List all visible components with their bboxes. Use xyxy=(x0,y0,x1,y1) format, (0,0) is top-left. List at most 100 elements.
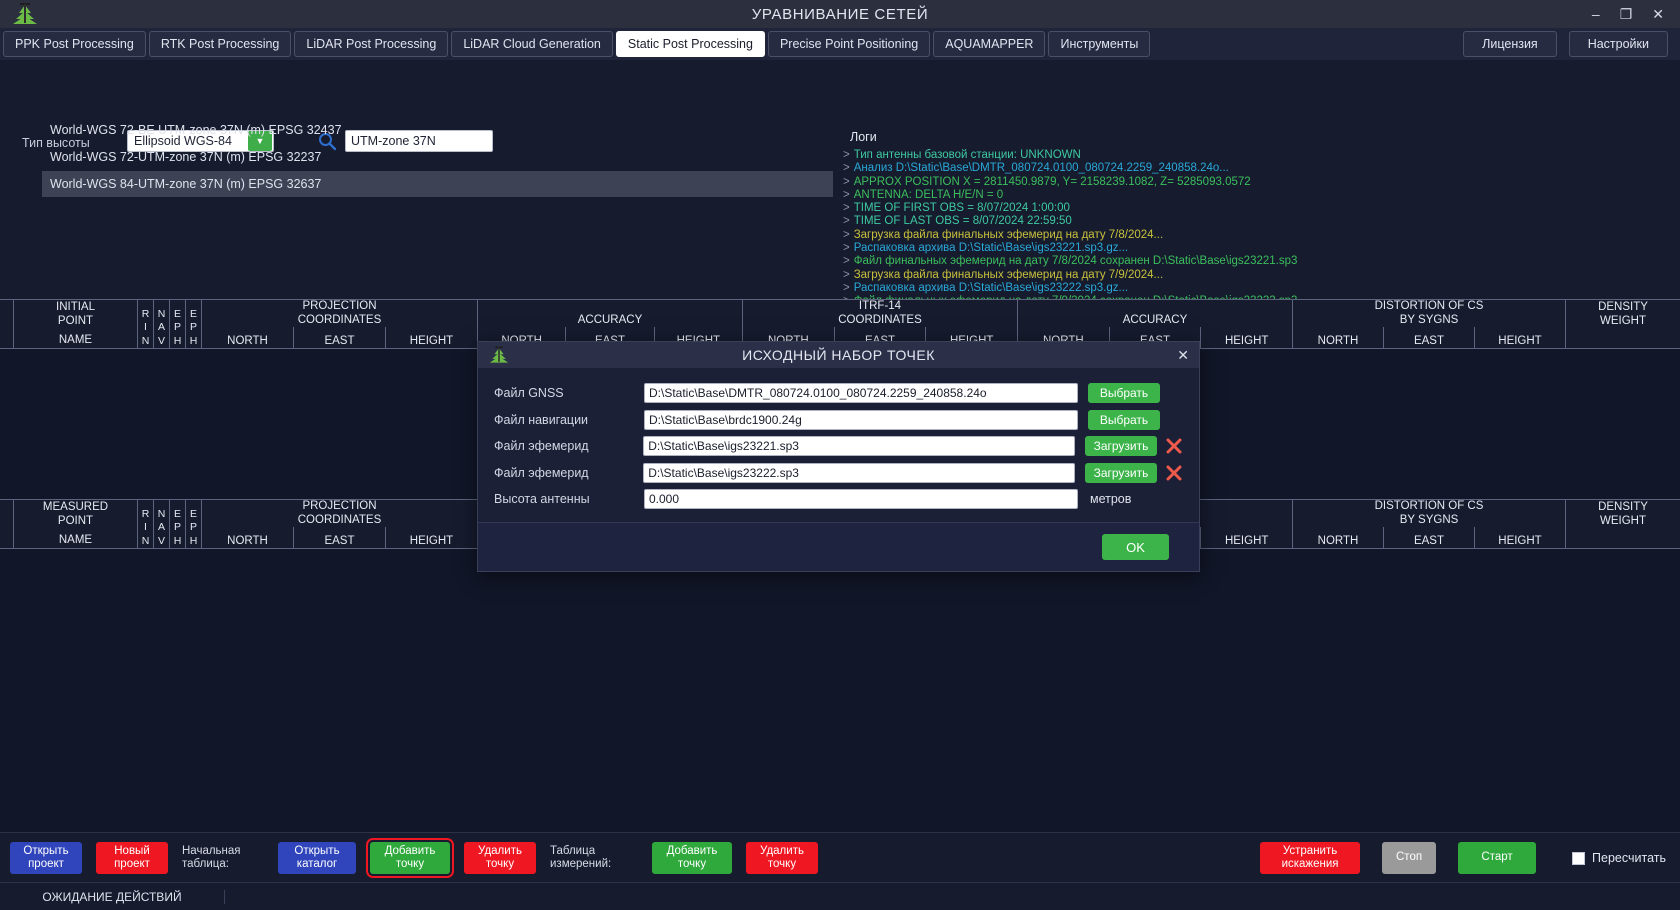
dialog-field-label: Высота антенны xyxy=(494,492,590,507)
column-group-title: ACCURACY xyxy=(478,300,742,327)
column-flag-letter: N xyxy=(141,334,150,347)
tab-lidar-cloud-generation[interactable]: LiDAR Cloud Generation xyxy=(451,31,613,57)
column-density-weight-mid: WEIGHT xyxy=(1600,314,1646,327)
window-title: УРАВНИВАНИЕ СЕТЕЙ xyxy=(751,5,929,23)
crs-list-item[interactable]: World-WGS 72-UTM-zone 37N (m) EPSG 32237 xyxy=(42,144,833,170)
dialog-close-icon[interactable]: ✕ xyxy=(1177,347,1189,364)
column-flag-letter: A xyxy=(157,321,165,333)
log-line: > Загрузка файла финальных эфемерид на да… xyxy=(843,229,1663,242)
tab-license[interactable]: Лицензия xyxy=(1463,31,1557,57)
log-line: > Файл финальных эфемерид на дату 7/8/202… xyxy=(843,255,1663,268)
column-group: DISTORTION OF CS BY SYGNS NORTH EAST HEIGHT xyxy=(1293,500,1566,548)
log-text: Тип антенны базовой станции: UNKNOWN xyxy=(853,149,1081,161)
column-flag-letter: I xyxy=(144,521,147,533)
delete-row-icon[interactable] xyxy=(1165,437,1183,455)
window-titlebar: УРАВНИВАНИЕ СЕТЕЙ – ❐ ✕ xyxy=(0,0,1680,28)
log-bullet-icon: > xyxy=(843,215,850,228)
dialog-body: Файл GNSSВыбратьФайл навигацииВыбратьФай… xyxy=(478,368,1199,513)
add-measured-point-button[interactable]: Добавить точку xyxy=(652,842,732,874)
tab-lidar-post-processing[interactable]: LiDAR Post Processing xyxy=(294,31,449,57)
minimize-icon[interactable]: – xyxy=(1592,7,1600,21)
status-text: ОЖИДАНИЕ ДЕЙСТВИЙ xyxy=(0,889,225,904)
log-line: > Распаковка архива D:\Static\Base\igs232… xyxy=(843,282,1663,295)
dialog-field-input[interactable] xyxy=(644,489,1078,510)
dialog-field-input[interactable] xyxy=(644,383,1078,404)
dialog-field-label: Файл эфемерид xyxy=(494,439,589,454)
tab-precise-point-positioning[interactable]: Precise Point Positioning xyxy=(767,31,931,57)
recalculate-checkbox[interactable]: Пересчитать xyxy=(1572,851,1666,865)
log-bullet-icon: > xyxy=(843,242,850,255)
load-file-button[interactable]: Загрузить xyxy=(1085,462,1157,483)
column-group-subtitle: COORDINATES xyxy=(297,513,382,526)
column-point-name-mid: POINT xyxy=(57,514,94,527)
status-bar: ОЖИДАНИЕ ДЕЙСТВИЙ xyxy=(0,882,1680,910)
ok-button[interactable]: OK xyxy=(1102,534,1169,560)
dialog-field-input[interactable] xyxy=(643,462,1075,483)
column-height: HEIGHT xyxy=(1498,535,1542,547)
load-file-button[interactable]: Загрузить xyxy=(1085,436,1157,457)
tab-ppk-post-processing[interactable]: PPK Post Processing xyxy=(3,31,146,57)
new-project-button[interactable]: Новый проект xyxy=(96,842,168,874)
column-flag-letter: A xyxy=(157,521,165,533)
tab-aquamapper[interactable]: AQUAMAPPER xyxy=(933,31,1046,57)
log-bullet-icon: > xyxy=(843,175,850,188)
choose-file-button[interactable]: Выбрать xyxy=(1088,383,1160,404)
log-text: Распаковка архива D:\Static\Base\igs2322… xyxy=(853,242,1129,255)
tab-static-post-processing[interactable]: Static Post Processing xyxy=(615,31,765,57)
column-north: NORTH xyxy=(1293,327,1384,348)
maximize-icon[interactable]: ❐ xyxy=(1620,7,1633,21)
log-bullet-icon: > xyxy=(843,268,850,281)
tab-settings[interactable]: Настройки xyxy=(1568,31,1668,57)
close-icon[interactable]: ✕ xyxy=(1652,7,1664,21)
column-east: EAST xyxy=(1384,327,1475,348)
tab-инструменты[interactable]: Инструменты xyxy=(1048,31,1151,57)
column-flag: NAV xyxy=(154,500,170,548)
column-flag-letter: V xyxy=(157,334,165,347)
open-catalog-button[interactable]: Открыть каталог xyxy=(278,842,356,874)
tab-rtk-post-processing[interactable]: RTK Post Processing xyxy=(148,31,292,57)
dialog-field-label: Файл GNSS xyxy=(494,386,564,401)
column-height: HEIGHT xyxy=(409,335,454,347)
column-group-subcolumns: NORTHEAST HEIGHT xyxy=(202,327,477,348)
crs-list-item[interactable]: World-WGS 72-BE UTM-zone 37N (m) EPSG 32… xyxy=(42,117,833,143)
remove-distortions-button[interactable]: Устранить искажения xyxy=(1260,842,1361,874)
dialog-field-input[interactable] xyxy=(644,409,1078,430)
log-text: Файл финальных эфемерид на дату 7/8/2024… xyxy=(853,255,1298,268)
column-east: EAST xyxy=(294,527,386,548)
column-density-weight-top: DENSITY xyxy=(1598,301,1648,313)
log-text: Загрузка файла финальных эфемерид на дат… xyxy=(853,228,1164,241)
dialog-field-row: Файл навигации Выбрать xyxy=(494,407,1183,434)
column-group-title-top: DISTORTION OF CS xyxy=(1374,500,1484,512)
start-button[interactable]: Старт xyxy=(1458,842,1537,874)
column-group-title: PROJECTION COORDINATES xyxy=(202,300,477,327)
column-flag-letter: V xyxy=(157,534,165,547)
column-flag-letter: E xyxy=(173,307,181,320)
logs-title: Логи xyxy=(850,130,877,144)
delete-measured-point-button[interactable]: Удалить точку xyxy=(746,842,818,874)
open-project-button[interactable]: Открыть проект xyxy=(10,842,82,874)
delete-row-icon[interactable] xyxy=(1165,464,1183,482)
column-group-title-top: PROJECTION xyxy=(302,500,377,512)
column-flag: EPH xyxy=(170,500,186,548)
column-flag: EPH xyxy=(186,500,202,548)
measured-points-table-body[interactable] xyxy=(0,549,1680,833)
column-flag-letter: P xyxy=(189,521,197,533)
log-bullet-icon: > xyxy=(843,188,850,201)
logs-list[interactable]: > Тип антенны базовой станции: UNKNOWN > Ан… xyxy=(843,149,1663,309)
crs-list-item[interactable]: World-WGS 84-UTM-zone 37N (m) EPSG 32637 xyxy=(42,171,833,197)
top-panel: Тип высоты Ellipsoid WGS-84 ▼ World-WGS … xyxy=(0,60,1680,307)
log-line: > TIME OF LAST OBS = 8/07/2024 22:59:50 xyxy=(843,215,1663,228)
delete-initial-point-button[interactable]: Удалить точку xyxy=(464,842,536,874)
stop-button[interactable]: Стоп xyxy=(1382,842,1437,874)
column-flag-letter: E xyxy=(189,307,197,320)
dialog-field-input[interactable] xyxy=(643,436,1075,457)
dialog-field-label: Файл эфемерид xyxy=(494,465,589,480)
tabbar-right-group: Лицензия Настройки xyxy=(1463,31,1680,57)
column-group-title: ITRF-14COORDINATES xyxy=(743,300,1017,327)
log-bullet-icon: > xyxy=(843,255,850,268)
add-initial-point-button[interactable]: Добавить точку xyxy=(366,838,454,878)
recalculate-label: Пересчитать xyxy=(1592,851,1666,865)
checkbox-icon[interactable] xyxy=(1572,851,1586,865)
choose-file-button[interactable]: Выбрать xyxy=(1088,409,1160,430)
table-row-spacer xyxy=(0,300,14,348)
